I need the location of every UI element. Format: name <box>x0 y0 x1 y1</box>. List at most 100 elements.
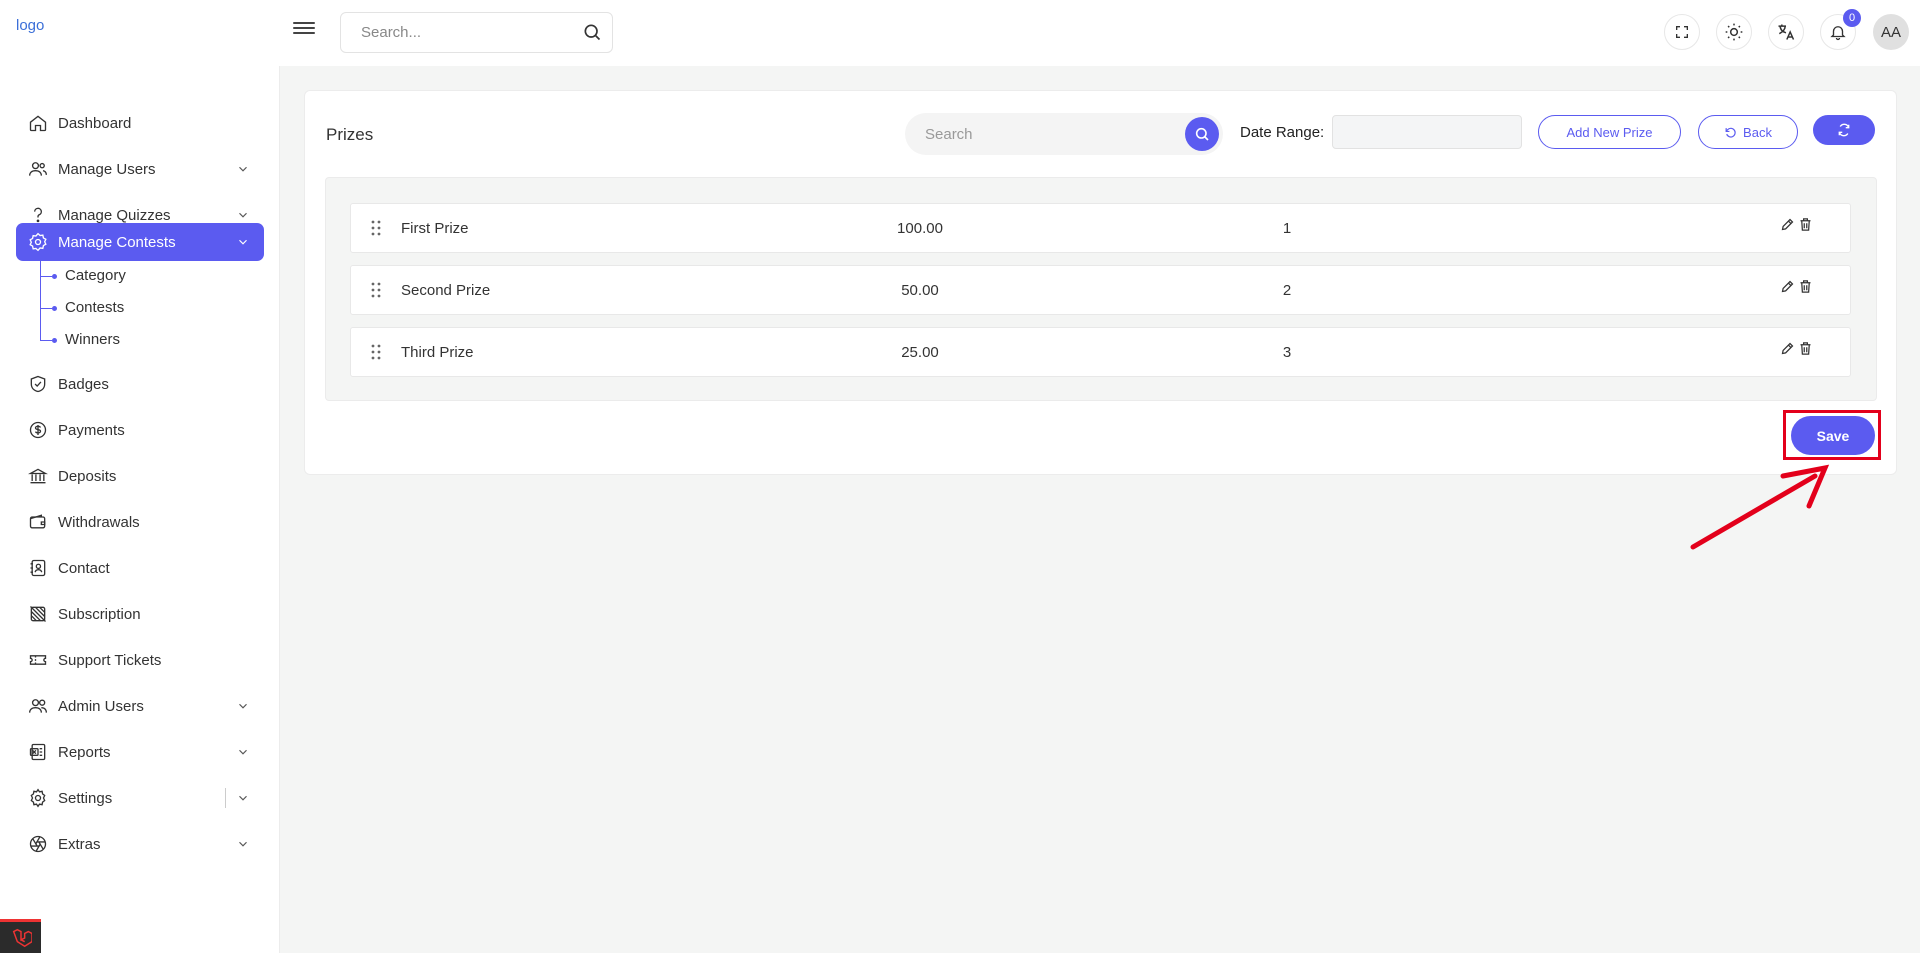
bell-icon <box>1830 26 1846 41</box>
drag-handle-icon[interactable] <box>371 344 381 364</box>
trash-icon[interactable] <box>1798 217 1813 236</box>
drag-handle-icon[interactable] <box>371 220 381 240</box>
sidebar-subitem-category[interactable]: Category <box>65 267 126 284</box>
back-label: Back <box>1743 124 1772 140</box>
prize-name: First Prize <box>401 220 469 237</box>
sidebar-item-label: Support Tickets <box>58 651 162 669</box>
global-search <box>340 12 613 53</box>
chevron-down-icon <box>239 166 247 172</box>
chevron-down-icon <box>239 795 247 801</box>
prizes-card: Prizes Date Range: Add New Prize Back Fi… <box>304 90 1897 475</box>
tree-line <box>40 261 41 341</box>
trash-icon[interactable] <box>1798 341 1813 360</box>
add-new-prize-label: Add New Prize <box>1566 124 1653 140</box>
prize-amount: 50.00 <box>901 282 939 299</box>
sidebar-item-label: Deposits <box>58 467 117 485</box>
sidebar-item-admin-users[interactable]: Admin Users <box>16 687 264 725</box>
tree-connector <box>40 340 52 341</box>
sidebar-item-label: Reports <box>58 743 111 761</box>
add-new-prize-button[interactable]: Add New Prize <box>1538 115 1681 149</box>
dollar-circle-icon <box>29 421 47 439</box>
sidebar-item-contact[interactable]: Contact <box>16 549 264 587</box>
sun-icon <box>1725 23 1743 41</box>
global-search-input[interactable] <box>341 13 561 52</box>
date-range-input[interactable] <box>1332 115 1522 149</box>
fullscreen-button[interactable] <box>1664 14 1700 50</box>
tree-dot <box>52 338 57 343</box>
search-icon[interactable] <box>582 22 602 47</box>
date-range-label: Date Range: <box>1240 124 1325 141</box>
list-item[interactable]: Third Prize 25.00 3 <box>350 327 1851 377</box>
laravel-icon <box>12 928 32 947</box>
logo[interactable]: logo <box>16 17 44 34</box>
wallet-icon <box>29 514 46 529</box>
sidebar-item-label: Badges <box>58 375 109 393</box>
refresh-back-icon <box>1725 127 1736 138</box>
prize-search <box>905 113 1223 155</box>
notification-count-badge: 0 <box>1843 9 1861 27</box>
prize-search-input[interactable] <box>905 113 1165 155</box>
chevron-down-icon <box>239 749 247 755</box>
debugbar-toggle[interactable] <box>0 919 41 953</box>
notifications-button[interactable]: 0 <box>1820 9 1861 50</box>
chevron-down-icon <box>239 703 247 709</box>
drag-handle-icon[interactable] <box>371 282 381 302</box>
gear-icon <box>30 788 46 808</box>
menu-toggle-button[interactable] <box>293 19 315 41</box>
sidebar-item-badges[interactable]: Badges <box>16 365 264 403</box>
sidebar-item-withdrawals[interactable]: Withdrawals <box>16 503 264 541</box>
sidebar-subitem-contests[interactable]: Contests <box>65 299 124 316</box>
prize-amount: 100.00 <box>897 220 943 237</box>
ticket-icon <box>29 655 47 665</box>
sidebar-item-settings[interactable]: Settings <box>16 779 264 817</box>
save-button[interactable]: Save <box>1791 416 1875 455</box>
sidebar-item-reports[interactable]: Reports <box>16 733 264 771</box>
prize-search-button[interactable] <box>1185 117 1219 151</box>
prize-amount: 25.00 <box>901 344 939 361</box>
aperture-icon <box>29 835 47 853</box>
list-item[interactable]: Second Prize 50.00 2 <box>350 265 1851 315</box>
sidebar-item-label: Dashboard <box>58 114 132 132</box>
pencil-icon[interactable] <box>1780 341 1795 360</box>
sidebar-item-support-tickets[interactable]: Support Tickets <box>16 641 264 679</box>
sidebar-item-dashboard[interactable]: Dashboard <box>16 104 264 142</box>
chevron-down-icon <box>239 239 247 245</box>
prize-name: Third Prize <box>401 344 474 361</box>
sidebar-item-label: Extras <box>58 835 101 853</box>
theme-toggle-button[interactable] <box>1716 14 1752 50</box>
pencil-icon[interactable] <box>1780 279 1795 298</box>
question-icon <box>34 207 42 223</box>
sidebar-item-subscription[interactable]: Subscription <box>16 595 264 633</box>
sidebar-item-manage-users[interactable]: Manage Users <box>16 150 264 188</box>
list-item[interactable]: First Prize 100.00 1 <box>350 203 1851 253</box>
sidebar-item-label: Settings <box>58 789 113 807</box>
sidebar-item-label: Payments <box>58 421 125 439</box>
page-title: Prizes <box>326 125 374 144</box>
tree-dot <box>52 274 57 279</box>
sidebar-subitem-winners[interactable]: Winners <box>65 331 120 348</box>
translate-icon <box>1778 24 1795 40</box>
refresh-button[interactable] <box>1813 115 1875 145</box>
sidebar-item-extras[interactable]: Extras <box>16 825 264 863</box>
sidebar-item-manage-contests[interactable]: Manage Contests <box>16 223 264 261</box>
prize-rank: 3 <box>1282 344 1292 361</box>
sidebar-item-label: Manage Quizzes <box>58 206 171 224</box>
trash-icon[interactable] <box>1798 279 1813 298</box>
sidebar-item-payments[interactable]: Payments <box>16 411 264 449</box>
users-icon <box>29 162 47 176</box>
back-button[interactable]: Back <box>1698 115 1798 149</box>
prize-list: First Prize 100.00 1 Second Prize 50.00 … <box>325 177 1877 401</box>
sidebar-item-label: Manage Contests <box>58 233 176 251</box>
sidebar: Dashboard Manage Users Manage Quizzes Ma… <box>0 66 280 953</box>
avatar[interactable]: AA <box>1873 14 1909 50</box>
prize-name: Second Prize <box>401 282 491 299</box>
sidebar-item-label: Admin Users <box>58 697 144 715</box>
sidebar-item-label: Subscription <box>58 605 141 623</box>
language-button[interactable] <box>1768 14 1804 50</box>
gear-badge-icon <box>29 232 47 252</box>
pencil-icon[interactable] <box>1780 217 1795 236</box>
chevron-down-icon <box>239 841 247 847</box>
subscription-icon <box>30 606 46 622</box>
annotation-arrow <box>1690 464 1830 550</box>
sidebar-item-deposits[interactable]: Deposits <box>16 457 264 495</box>
